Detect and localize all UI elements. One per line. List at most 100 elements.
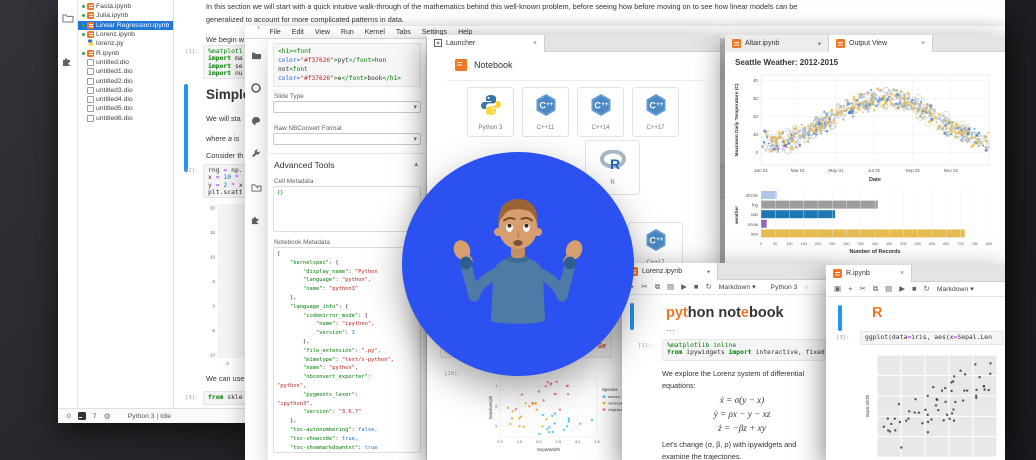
palette-icon[interactable] (251, 113, 261, 131)
svg-text:150: 150 (801, 242, 807, 246)
paste-icon[interactable]: ▤ (885, 285, 892, 293)
terminal-icon[interactable] (77, 412, 86, 420)
launcher-card-c-14[interactable]: C ++ C++14 (577, 87, 624, 137)
close-icon[interactable]: × (533, 40, 537, 47)
new-folder-icon[interactable] (251, 179, 262, 197)
cut-icon[interactable]: ✂ (859, 285, 865, 293)
menu-item-view[interactable]: View (309, 29, 335, 36)
collapsed-cells-dots[interactable]: ⋯ (666, 325, 675, 336)
markdown-source-editor[interactable]: <h1><font color="#f37626">pyt</font>hon no… (273, 43, 421, 87)
menu-item-tabs[interactable]: Tabs (390, 29, 416, 36)
r-window: R.ipynb × ▣ + ✂ ⧉ ▤ ▶ ■ ↻ Markdown ▾ R [3… (826, 265, 1005, 460)
svg-text:2.0: 2.0 (497, 439, 503, 444)
restart-icon[interactable]: ↻ (924, 285, 930, 293)
ggplot-scatter-chart: Sepal.Width (864, 353, 999, 460)
file-name: untitled1.dio (96, 68, 133, 76)
code-cell[interactable]: ggplot(data=iris, aes(x=Sepal.Len (860, 331, 1004, 345)
svg-text:700: 700 (957, 242, 963, 246)
cell-metadata-editor[interactable]: {} (273, 186, 421, 232)
svg-text:fog: fog (752, 203, 759, 208)
menu-item-edit[interactable]: Edit (286, 29, 309, 36)
tab-output-view[interactable]: Output View × (829, 35, 933, 52)
notebook-file-icon (87, 21, 94, 29)
slide-type-select[interactable] (273, 101, 421, 113)
svg-text:rain: rain (751, 212, 759, 217)
record-circle-icon[interactable] (251, 80, 261, 98)
tab-altair-ipynb[interactable]: Altair.ipynb ● (725, 35, 829, 52)
code-cell[interactable]: %matplotlib inline from ipywidgets import… (662, 339, 826, 361)
cell-type-select[interactable]: Markdown ▾ (937, 285, 974, 294)
save-icon[interactable]: ▣ (834, 285, 841, 293)
launcher-card-python-3[interactable]: Python 3 (467, 87, 514, 137)
notebook-paragraph: generalized to account for more complica… (206, 15, 404, 24)
notebook-paragraph: We can use (206, 374, 245, 383)
cell-prompt: [3]: (836, 335, 850, 341)
kernel-running-dot (82, 5, 85, 9)
notebook-metadata-editor[interactable]: { "kernelspec": { "display_name": "Pytho… (273, 247, 421, 453)
svg-text:600: 600 (929, 242, 935, 246)
run-icon[interactable]: ▶ (681, 283, 687, 291)
kernel-status[interactable]: Python 3 | Idle (128, 413, 171, 420)
menu-item-file[interactable]: File (264, 29, 286, 36)
folder-icon[interactable] (62, 10, 74, 28)
launcher-card-c-11[interactable]: C ++ C++11 (522, 87, 569, 137)
notebook-toolbar: ▣ + ✂ ⧉ ▤ ▶ ■ ↻ Markdown ▾ (826, 282, 1005, 297)
stop-icon[interactable]: ■ (694, 283, 699, 291)
file-item[interactable]: untitled6.dio (78, 114, 173, 123)
cpp-logo-icon: C ++ (644, 93, 668, 122)
menu-item-kernel[interactable]: Kernel (359, 29, 390, 36)
raw-nbconvert-select[interactable] (273, 133, 421, 145)
file-name: Lorenz.ipynb (96, 31, 135, 39)
file-item[interactable]: untitled5.dio (78, 104, 173, 113)
file-item[interactable]: untitled1.dio (78, 67, 173, 76)
status-count-b: 7 (92, 412, 97, 420)
gear-icon[interactable]: ⚙ (104, 412, 111, 421)
file-item[interactable]: R.ipynb (78, 48, 173, 57)
menu-item-run[interactable]: Run (335, 29, 359, 36)
copy-icon[interactable]: ⧉ (873, 285, 878, 293)
tab-lorenz-ipynb[interactable]: Lorenz.ipynb ● (622, 263, 718, 280)
copy-icon[interactable]: ⧉ (655, 283, 660, 291)
file-item[interactable]: Julia.ipynb (78, 11, 173, 20)
modified-dot-icon[interactable]: ● (707, 269, 710, 275)
cell-collapse-bar[interactable] (630, 303, 634, 330)
restart-icon[interactable]: ↻ (705, 283, 711, 291)
wrench-icon[interactable] (251, 146, 261, 164)
stop-icon[interactable]: ■ (912, 285, 917, 293)
file-item[interactable]: untitled4.dio (78, 95, 173, 104)
svg-text:Jul 01: Jul 01 (868, 168, 881, 173)
file-item[interactable]: Fasta.ipynb (78, 2, 173, 11)
file-name: Linear Regression.ipynb (96, 21, 170, 29)
file-item[interactable]: Lorenz.ipynb (78, 30, 173, 39)
altair-window: Altair.ipynb ● Output View × Seattle Wea… (725, 35, 1005, 265)
svg-text:SepalLength: SepalLength (488, 395, 493, 419)
folder-icon[interactable] (251, 47, 262, 65)
cell-collapse-bar[interactable] (838, 305, 842, 331)
kernel-name[interactable]: Python 3 (771, 284, 798, 291)
file-item[interactable]: lorenz.py (78, 39, 173, 48)
seattle-weather-charts: 40 30 20 10 0 Jan 01 Mar 01 May 01 Jul 01 Sep 01 N… (731, 67, 999, 263)
svg-text:0: 0 (213, 304, 216, 309)
cut-icon[interactable]: ✂ (641, 283, 647, 291)
collapse-arrow-icon[interactable]: ▴ (414, 160, 418, 168)
cell-type-select[interactable]: Markdown ▾ (719, 283, 756, 292)
tab-launcher[interactable]: Launcher × (427, 35, 545, 52)
file-item[interactable]: untitled3.dio (78, 86, 173, 95)
cell-collapse-bar[interactable] (184, 84, 188, 172)
file-item[interactable]: Linear Regression.ipynb (78, 20, 173, 30)
cell-metadata-label: Cell Metadata (274, 178, 314, 185)
puzzle-icon[interactable] (62, 54, 73, 72)
svg-text:May 01: May 01 (828, 168, 844, 173)
tab-r-ipynb[interactable]: R.ipynb × (826, 265, 912, 282)
puzzle-icon[interactable] (251, 212, 261, 230)
add-cell-icon[interactable]: + (848, 285, 852, 293)
file-item[interactable]: untitled.dio (78, 58, 173, 67)
file-item[interactable]: untitled2.dio (78, 76, 173, 85)
run-icon[interactable]: ▶ (899, 285, 905, 293)
close-icon[interactable]: × (921, 40, 925, 47)
close-icon[interactable]: × (900, 270, 904, 277)
paste-icon[interactable]: ▤ (667, 283, 674, 291)
launcher-card-c-17[interactable]: C++ C++17 (632, 87, 679, 137)
cell-prompt: [3]: (185, 395, 199, 401)
modified-dot-icon[interactable]: ● (818, 41, 821, 47)
